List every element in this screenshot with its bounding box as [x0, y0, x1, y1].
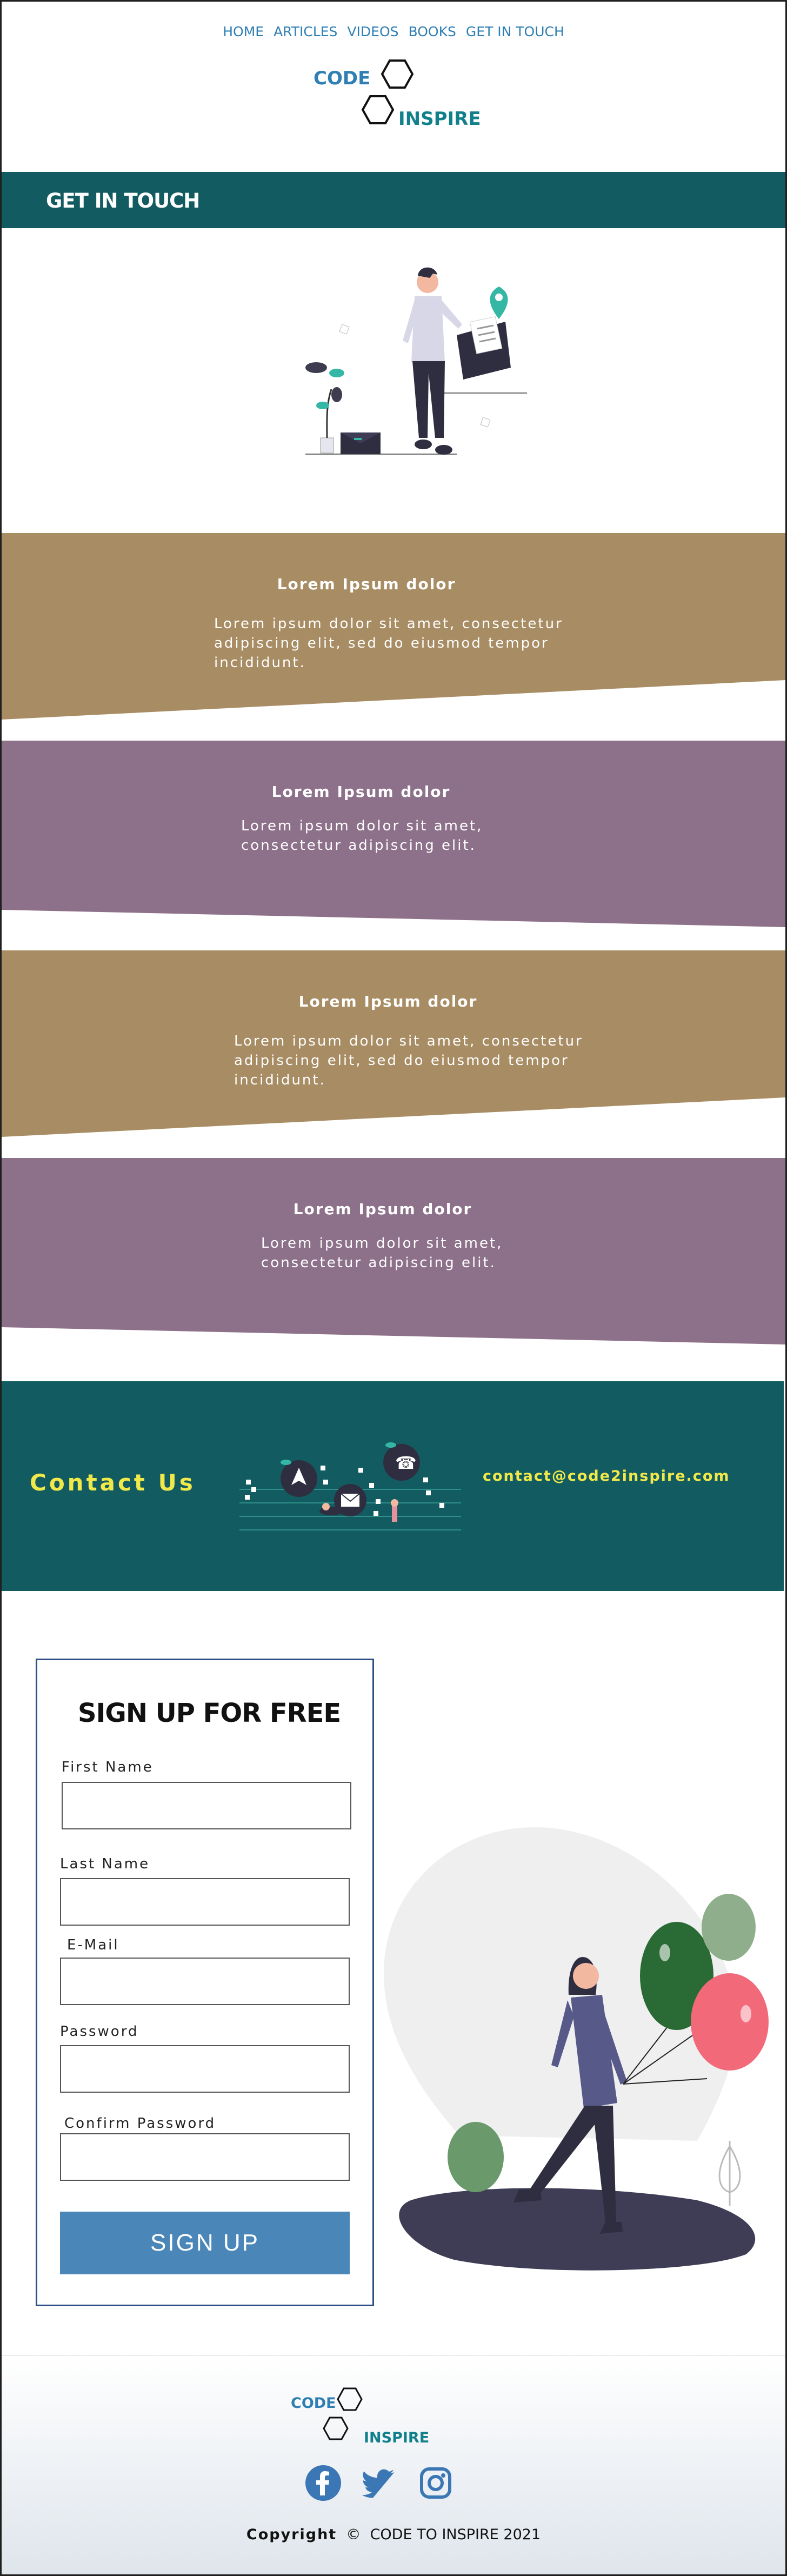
top-nav: HOME ARTICLES VIDEOS BOOKS GET IN TOUCH: [0, 24, 787, 39]
contact-email-link[interactable]: contact@code2inspire.com: [483, 1468, 730, 1485]
nav-articles-link[interactable]: ARTICLES: [274, 24, 337, 39]
confirm-password-input[interactable]: [60, 2133, 350, 2181]
contact-section: Contact Us ☎ contact@code2inspire.com: [2, 1381, 784, 1591]
contact-illustration: [305, 267, 527, 455]
page-title: GET IN TOUCH: [46, 189, 200, 212]
first-name-label: First Name: [62, 1759, 154, 1775]
feature-band-4: Lorem Ipsum dolor Lorem ipsum dolor sit …: [2, 1158, 785, 1347]
hexagon-logo-icon: [323, 2387, 363, 2440]
footer-logo[interactable]: CODE INSPIRE: [291, 2383, 431, 2459]
contact-illustration: ☎: [239, 1442, 461, 1530]
logo-code-text: CODE: [314, 68, 371, 89]
email-input[interactable]: [60, 1958, 350, 2005]
band-body: Lorem ipsum dolor sit amet, consectetur …: [241, 818, 483, 854]
logo-inspire-text: INSPIRE: [364, 2429, 430, 2446]
twitter-icon[interactable]: [361, 2464, 398, 2502]
band-title: Lorem Ipsum dolor: [298, 993, 478, 1010]
signup-button[interactable]: SIGN UP: [60, 2212, 350, 2274]
nav-home-link[interactable]: HOME: [223, 24, 264, 39]
band-body: Lorem ipsum dolor sit amet, consectetur …: [214, 616, 563, 671]
site-footer: CODE INSPIRE Copyright © CODE TO INSPIRE…: [2, 2355, 785, 2574]
site-logo[interactable]: CODE INSPIRE: [311, 54, 484, 141]
last-name-label: Last Name: [60, 1856, 150, 1872]
logo-code-text: CODE: [291, 2395, 336, 2412]
logo-inspire-text: INSPIRE: [398, 108, 481, 130]
confirm-password-label: Confirm Password: [64, 2115, 216, 2132]
copyright-text: Copyright © CODE TO INSPIRE 2021: [2, 2526, 785, 2543]
balloon-illustration: [384, 1827, 769, 2271]
get-in-touch-banner: GET IN TOUCH: [2, 172, 785, 228]
copyright-owner: CODE TO INSPIRE 2021: [370, 2526, 541, 2543]
copyright-icon: ©: [341, 2526, 365, 2543]
first-name-input[interactable]: [62, 1782, 351, 1829]
copyright-label: Copyright: [246, 2526, 337, 2543]
password-input[interactable]: [60, 2045, 350, 2093]
nav-books-link[interactable]: BOOKS: [409, 24, 456, 39]
feature-band-3: Lorem Ipsum dolor Lorem ipsum dolor sit …: [2, 950, 785, 1140]
feature-band-2: Lorem Ipsum dolor Lorem ipsum dolor sit …: [2, 741, 785, 930]
password-label: Password: [60, 2023, 139, 2040]
social-links: [304, 2464, 455, 2502]
instagram-icon[interactable]: [417, 2464, 455, 2502]
nav-videos-link[interactable]: VIDEOS: [347, 24, 398, 39]
band-title: Lorem Ipsum dolor: [277, 575, 456, 593]
band-title: Lorem Ipsum dolor: [293, 1200, 472, 1218]
nav-get-in-touch-link[interactable]: GET IN TOUCH: [466, 24, 564, 39]
band-body: Lorem ipsum dolor sit amet, consectetur …: [261, 1235, 503, 1271]
svg-text:☎: ☎: [395, 1453, 417, 1473]
last-name-input[interactable]: [60, 1878, 350, 1926]
signup-heading: SIGN UP FOR FREE: [78, 1698, 341, 1728]
email-label: E-Mail: [67, 1937, 119, 1953]
contact-title: Contact Us: [30, 1469, 196, 1496]
feature-band-1: Lorem Ipsum dolor Lorem ipsum dolor sit …: [2, 533, 785, 722]
signup-form: SIGN UP FOR FREE First Name Last Name E-…: [36, 1659, 374, 2306]
facebook-icon[interactable]: [304, 2464, 342, 2502]
band-body: Lorem ipsum dolor sit amet, consectetur …: [234, 1033, 583, 1088]
band-title: Lorem Ipsum dolor: [271, 783, 451, 801]
